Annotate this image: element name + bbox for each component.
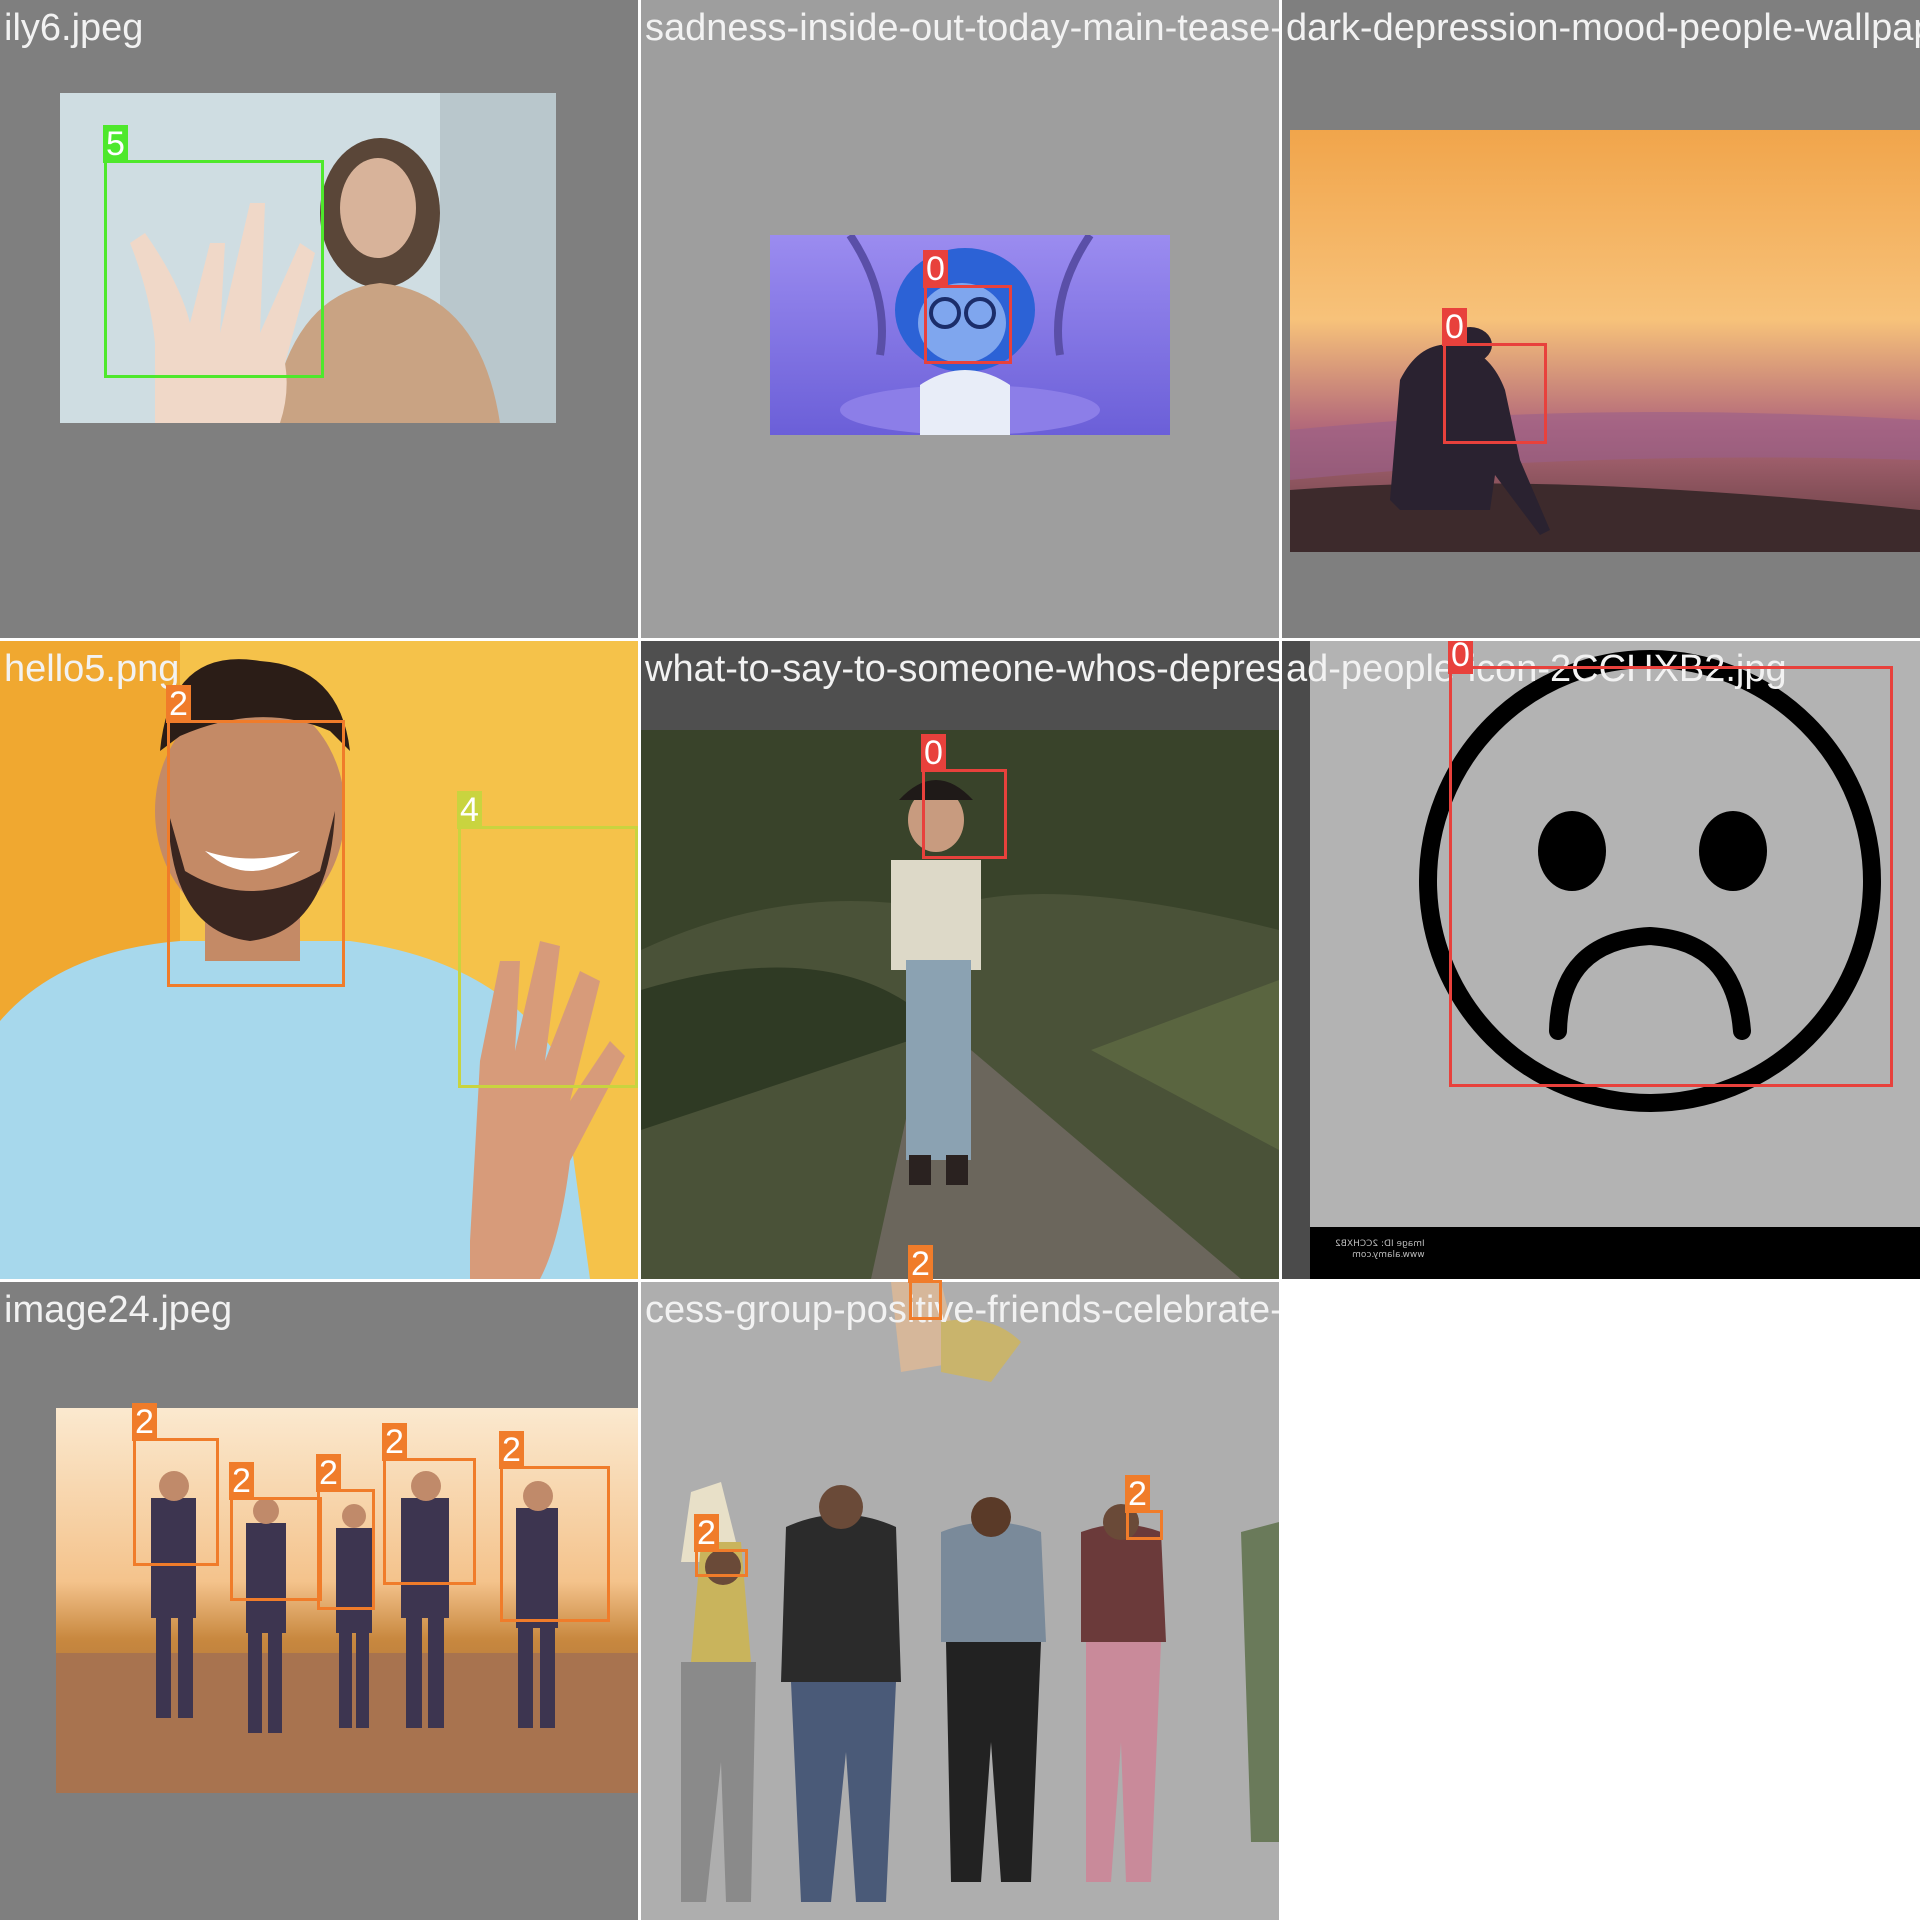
detection-box-class-4 [458,826,638,1088]
tile-filename: hello5.png [4,648,180,690]
detection-label: 2 [316,1454,341,1492]
mosaic-tile-sadness: sadness-inside-out-today-main-tease-1910… [641,0,1279,638]
detection-box-class-0 [924,285,1012,364]
detection-box-class-2 [695,1549,748,1577]
mosaic-tile-sunset: dark-depression-mood-people-wallpap 0 [1282,0,1920,638]
tile-filename: sadness-inside-out-today-main-tease-1910 [645,7,1279,49]
mosaic-tile-woman-path: what-to-say-to-someone-whos-depressed-jp… [641,641,1279,1279]
detection-label: 2 [499,1431,524,1469]
detection-label: 2 [694,1514,719,1552]
detection-label: 4 [457,791,482,829]
detection-label: 2 [382,1423,407,1461]
detection-box-class-5 [104,160,324,378]
detection-box-class-2 [317,1489,375,1610]
detection-box-class-2 [167,720,345,987]
detection-box-class-2 [1126,1510,1163,1540]
tile-filename: cess-group-positive-friends-celebrate-vi [645,1289,1279,1331]
detection-label: 2 [166,685,191,723]
detection-label: 0 [1448,641,1473,674]
detection-label: 2 [229,1462,254,1500]
watermark-text: Image ID: 2CCHXB2 www.alamy.com [1335,1239,1425,1260]
grid-divider [1279,0,1282,1920]
mosaic-tile-image24: image24.jpeg 2 2 2 2 2 [0,1282,638,1920]
tile-filename: image24.jpeg [4,1289,233,1331]
photo-sunset [1290,130,1920,552]
detection-label: 0 [923,250,948,288]
detection-label: 2 [908,1245,933,1283]
detection-box-class-2 [133,1438,219,1566]
photo-friends-illustration [641,1282,1279,1920]
tile-filename: what-to-say-to-someone-whos-depressed-jp [645,648,1279,690]
detection-label: 2 [1125,1475,1150,1513]
detection-box-class-2 [500,1466,610,1622]
mosaic-tile-hello5: hello5.png 2 4 [0,641,638,1279]
detection-label: 5 [103,125,128,163]
tile-filename: dark-depression-mood-people-wallpap [1286,7,1920,49]
detection-box-class-0 [1443,343,1547,444]
detection-box-class-2 [230,1497,322,1601]
mosaic-tile-ily6: ily6.jpeg 5 [0,0,638,638]
detection-box-class-0 [1449,666,1893,1087]
detection-box-class-2 [909,1280,942,1320]
grid-divider [0,1279,1920,1282]
grid-divider [0,638,1920,641]
detection-label: 0 [921,734,946,772]
detection-label: 0 [1442,308,1467,346]
mosaic-tile-friends: cess-group-positive-friends-celebrate-vi… [641,1282,1279,1920]
tile-filename: ily6.jpeg [4,7,144,49]
mosaic-tile-sad-face: Image ID: 2CCHXB2 www.alamy.com ad-peopl… [1282,641,1920,1279]
grid-divider [638,0,641,1920]
detection-box-class-2 [383,1458,476,1585]
detection-label: 2 [132,1403,157,1441]
detection-box-class-0 [922,769,1007,859]
